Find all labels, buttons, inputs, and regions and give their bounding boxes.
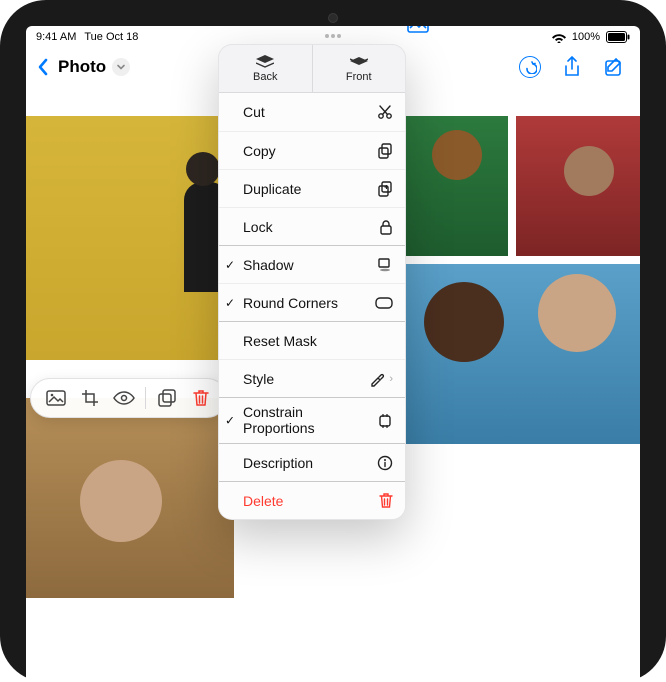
shadow-icon (371, 258, 393, 272)
insert-image-button[interactable] (406, 26, 430, 36)
photo-2[interactable] (26, 398, 234, 598)
menu-label: Delete (243, 493, 371, 509)
undo-button[interactable] (518, 55, 542, 79)
camera-icon (328, 13, 338, 23)
status-time: 9:41 AM (36, 31, 76, 43)
menu-item-shadow[interactable]: ✓ Shadow (219, 245, 405, 283)
status-date: Tue Oct 18 (84, 31, 138, 43)
menu-label: Round Corners (243, 295, 371, 311)
page-title[interactable]: Photo (58, 57, 106, 77)
trash-icon[interactable] (184, 381, 218, 415)
menu-label: Copy (243, 143, 371, 159)
checkmark-icon: ✓ (225, 414, 235, 427)
menu-label: Duplicate (243, 181, 371, 197)
constrain-icon (371, 413, 393, 429)
ipad-frame: 9:41 AM Tue Oct 18 100% Phot (0, 0, 666, 682)
share-button[interactable] (560, 55, 584, 79)
menu-item-description[interactable]: Description (219, 443, 405, 481)
menu-label: Description (243, 455, 371, 471)
menu-item-reset-mask[interactable]: Reset Mask (219, 321, 405, 359)
duplicate-icon[interactable] (150, 381, 184, 415)
menu-label: Reset Mask (243, 333, 371, 349)
menu-item-style[interactable]: Style › (219, 359, 405, 397)
menu-item-cut[interactable]: Cut (219, 93, 405, 131)
photo-5[interactable] (404, 264, 640, 444)
menu-label: Style (243, 371, 363, 387)
menu-label: Lock (243, 219, 371, 235)
send-to-back-button[interactable]: Back (219, 45, 312, 92)
scissors-icon (371, 104, 393, 120)
photo-1[interactable] (26, 116, 234, 360)
menu-item-delete[interactable]: Delete (219, 481, 405, 519)
menu-label: Shadow (243, 257, 371, 273)
layers-back-icon (256, 55, 274, 69)
image-icon[interactable] (39, 381, 73, 415)
photo-4[interactable] (516, 116, 640, 256)
front-segment-label: Front (346, 71, 372, 83)
menu-list: Cut Copy Duplicate (219, 93, 405, 519)
chevron-right-icon: › (389, 373, 393, 385)
canvas-area[interactable]: Back Front Cut Copy (26, 88, 640, 682)
menu-item-duplicate[interactable]: Duplicate (219, 169, 405, 207)
duplicate-plus-icon (371, 181, 393, 197)
rounded-rect-icon (371, 297, 393, 309)
info-icon (371, 455, 393, 471)
compose-button[interactable] (602, 55, 626, 79)
layers-front-icon (350, 55, 368, 69)
menu-label: Cut (243, 104, 371, 120)
copy-icon (371, 143, 393, 159)
divider-icon (145, 387, 146, 409)
eyedropper-icon (363, 371, 385, 387)
menu-item-constrain-proportions[interactable]: ✓ Constrain Proportions (219, 397, 405, 443)
screen: 9:41 AM Tue Oct 18 100% Phot (26, 26, 640, 682)
back-chevron-icon[interactable] (36, 57, 50, 77)
menu-item-round-corners[interactable]: ✓ Round Corners (219, 283, 405, 321)
selection-toolbar (30, 378, 227, 418)
context-menu-popover: Back Front Cut Copy (218, 44, 406, 520)
status-bar: 9:41 AM Tue Oct 18 100% (26, 26, 640, 46)
wifi-icon (552, 32, 566, 43)
bring-to-front-button[interactable]: Front (312, 45, 406, 92)
eye-icon[interactable] (107, 381, 141, 415)
checkmark-icon: ✓ (225, 258, 235, 272)
back-segment-label: Back (253, 71, 277, 83)
title-menu-chevron-icon[interactable] (112, 58, 130, 76)
crop-icon[interactable] (73, 381, 107, 415)
multitask-dots-icon[interactable] (325, 34, 341, 38)
photo-3[interactable] (404, 116, 508, 256)
battery-percent: 100% (572, 31, 600, 43)
lock-icon (371, 219, 393, 235)
menu-item-lock[interactable]: Lock (219, 207, 405, 245)
trash-icon (371, 493, 393, 509)
menu-label: Constrain Proportions (243, 405, 371, 436)
battery-icon (606, 31, 630, 43)
checkmark-icon: ✓ (225, 296, 235, 310)
menu-item-copy[interactable]: Copy (219, 131, 405, 169)
